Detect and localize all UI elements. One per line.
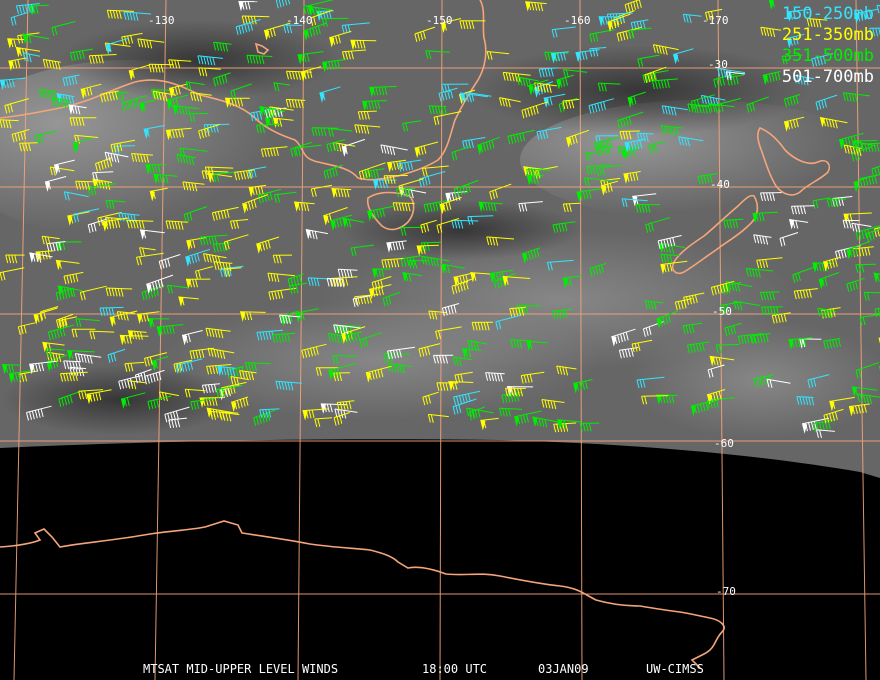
legend-entry-351-500: 351-500mb (781, 46, 874, 66)
barb-shaft (75, 180, 103, 183)
latitude-label: -40 (710, 178, 730, 191)
latitude-label: -30 (708, 58, 728, 71)
longitude-label: -140 (286, 14, 313, 27)
longitude-label: -130 (148, 14, 175, 27)
barb-shaft (30, 4, 49, 7)
latitude-label: -50 (712, 305, 732, 318)
latitude-label: -70 (716, 585, 736, 598)
barb-shaft (350, 39, 377, 42)
latitude-label: -60 (714, 437, 734, 450)
barb-shaft (421, 241, 442, 244)
wind-map-canvas (0, 0, 880, 680)
barb-shaft (429, 105, 447, 107)
barb-shaft (311, 127, 339, 129)
legend-entry-251-350: 251-350mb (781, 25, 874, 45)
barb-shaft (641, 395, 669, 397)
product-name: MTSAT MID-UPPER LEVEL WINDS (143, 662, 339, 676)
pressure-legend: 150-250mb 251-350mb 351-500mb 501-700mb (782, 4, 874, 88)
product-producer: UW-CIMSS (646, 662, 704, 676)
product-date: 03JAN09 (538, 662, 589, 676)
longitude-label: -150 (426, 14, 453, 27)
legend-entry-150-250: 150-250mb (781, 4, 874, 24)
satellite-wind-map: -130 -140 -150 -160 -170 -30 -40 -50 -60… (0, 0, 880, 680)
barb-shaft (242, 15, 270, 18)
dry-slot (340, 200, 580, 260)
legend-entry-501-700: 501-700mb (781, 67, 874, 87)
image-caption: MTSAT MID-UPPER LEVEL WINDS 18:00 UTC 03… (0, 662, 880, 678)
longitude-label: -160 (564, 14, 591, 27)
longitude-label: -170 (702, 14, 729, 27)
product-time: 18:00 UTC (422, 662, 488, 676)
